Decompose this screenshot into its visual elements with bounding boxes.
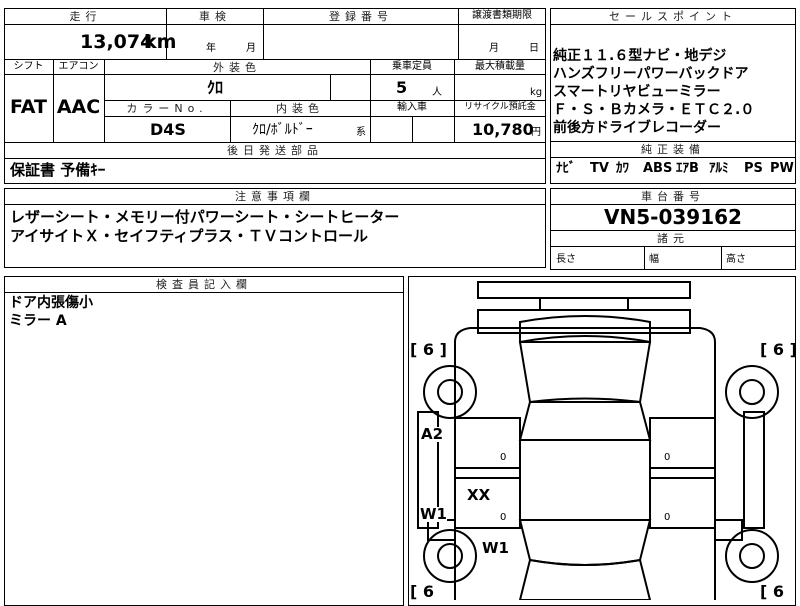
tire-mark-front-left: [ 6 bbox=[410, 582, 435, 601]
tire-mark-rear-left: [ 6 ] bbox=[410, 340, 447, 359]
door-zero-3: 0 bbox=[664, 452, 671, 463]
mark-a2: A2 bbox=[421, 425, 444, 443]
car-diagram bbox=[417, 281, 779, 600]
mark-w1-mirror: W1 bbox=[482, 539, 509, 557]
door-zero-1: 0 bbox=[500, 452, 507, 463]
tire-mark-front-right: [ 6 bbox=[760, 582, 785, 601]
mark-xx: XX bbox=[467, 486, 491, 504]
door-zero-2: 0 bbox=[500, 512, 507, 523]
tire-mark-rear-right: [ 6 ] bbox=[760, 340, 797, 359]
mark-w1-side: W1 bbox=[420, 505, 447, 523]
door-zero-4: 0 bbox=[664, 512, 671, 523]
